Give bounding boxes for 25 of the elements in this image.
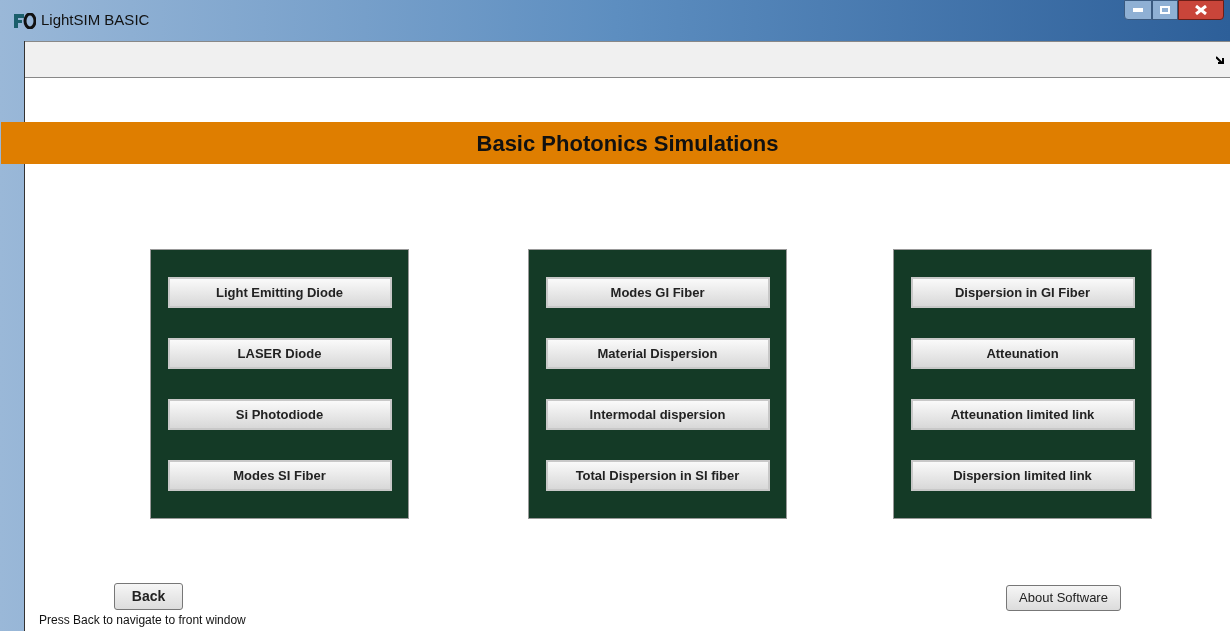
about-software-button[interactable]: About Software xyxy=(1006,585,1121,611)
simulation-button[interactable]: Dispersion limited link xyxy=(910,460,1135,491)
simulation-button[interactable]: Modes GI Fiber xyxy=(545,277,770,308)
simulation-button[interactable]: Si Photodiode xyxy=(167,399,392,430)
close-button[interactable] xyxy=(1178,0,1224,20)
simulation-button[interactable]: LASER Diode xyxy=(167,338,392,369)
simulation-button[interactable]: Atteunation limited link xyxy=(910,399,1135,430)
simulation-button[interactable]: Atteunation xyxy=(910,338,1135,369)
close-icon xyxy=(1195,5,1207,15)
simulation-button[interactable]: Dispersion in GI Fiber xyxy=(910,277,1135,308)
back-button[interactable]: Back xyxy=(114,583,183,610)
banner-title: Basic Photonics Simulations xyxy=(476,129,779,158)
simulation-button[interactable]: Modes SI Fiber xyxy=(167,460,392,491)
simulation-button[interactable]: Intermodal dispersion xyxy=(545,399,770,430)
hint-text: Press Back to navigate to front window xyxy=(39,612,246,629)
app-logo-icon xyxy=(14,12,36,29)
resize-arrow-icon[interactable] xyxy=(1216,55,1224,64)
maximize-icon xyxy=(1160,6,1170,14)
minimize-icon xyxy=(1133,8,1143,12)
maximize-button[interactable] xyxy=(1152,0,1178,20)
simulation-button[interactable]: Material Dispersion xyxy=(545,338,770,369)
window-title: LightSIM BASIC xyxy=(41,10,150,31)
simulation-button[interactable]: Total Dispersion in SI fiber xyxy=(545,460,770,491)
minimize-button[interactable] xyxy=(1124,0,1152,20)
simulation-button[interactable]: Light Emitting Diode xyxy=(167,277,392,308)
